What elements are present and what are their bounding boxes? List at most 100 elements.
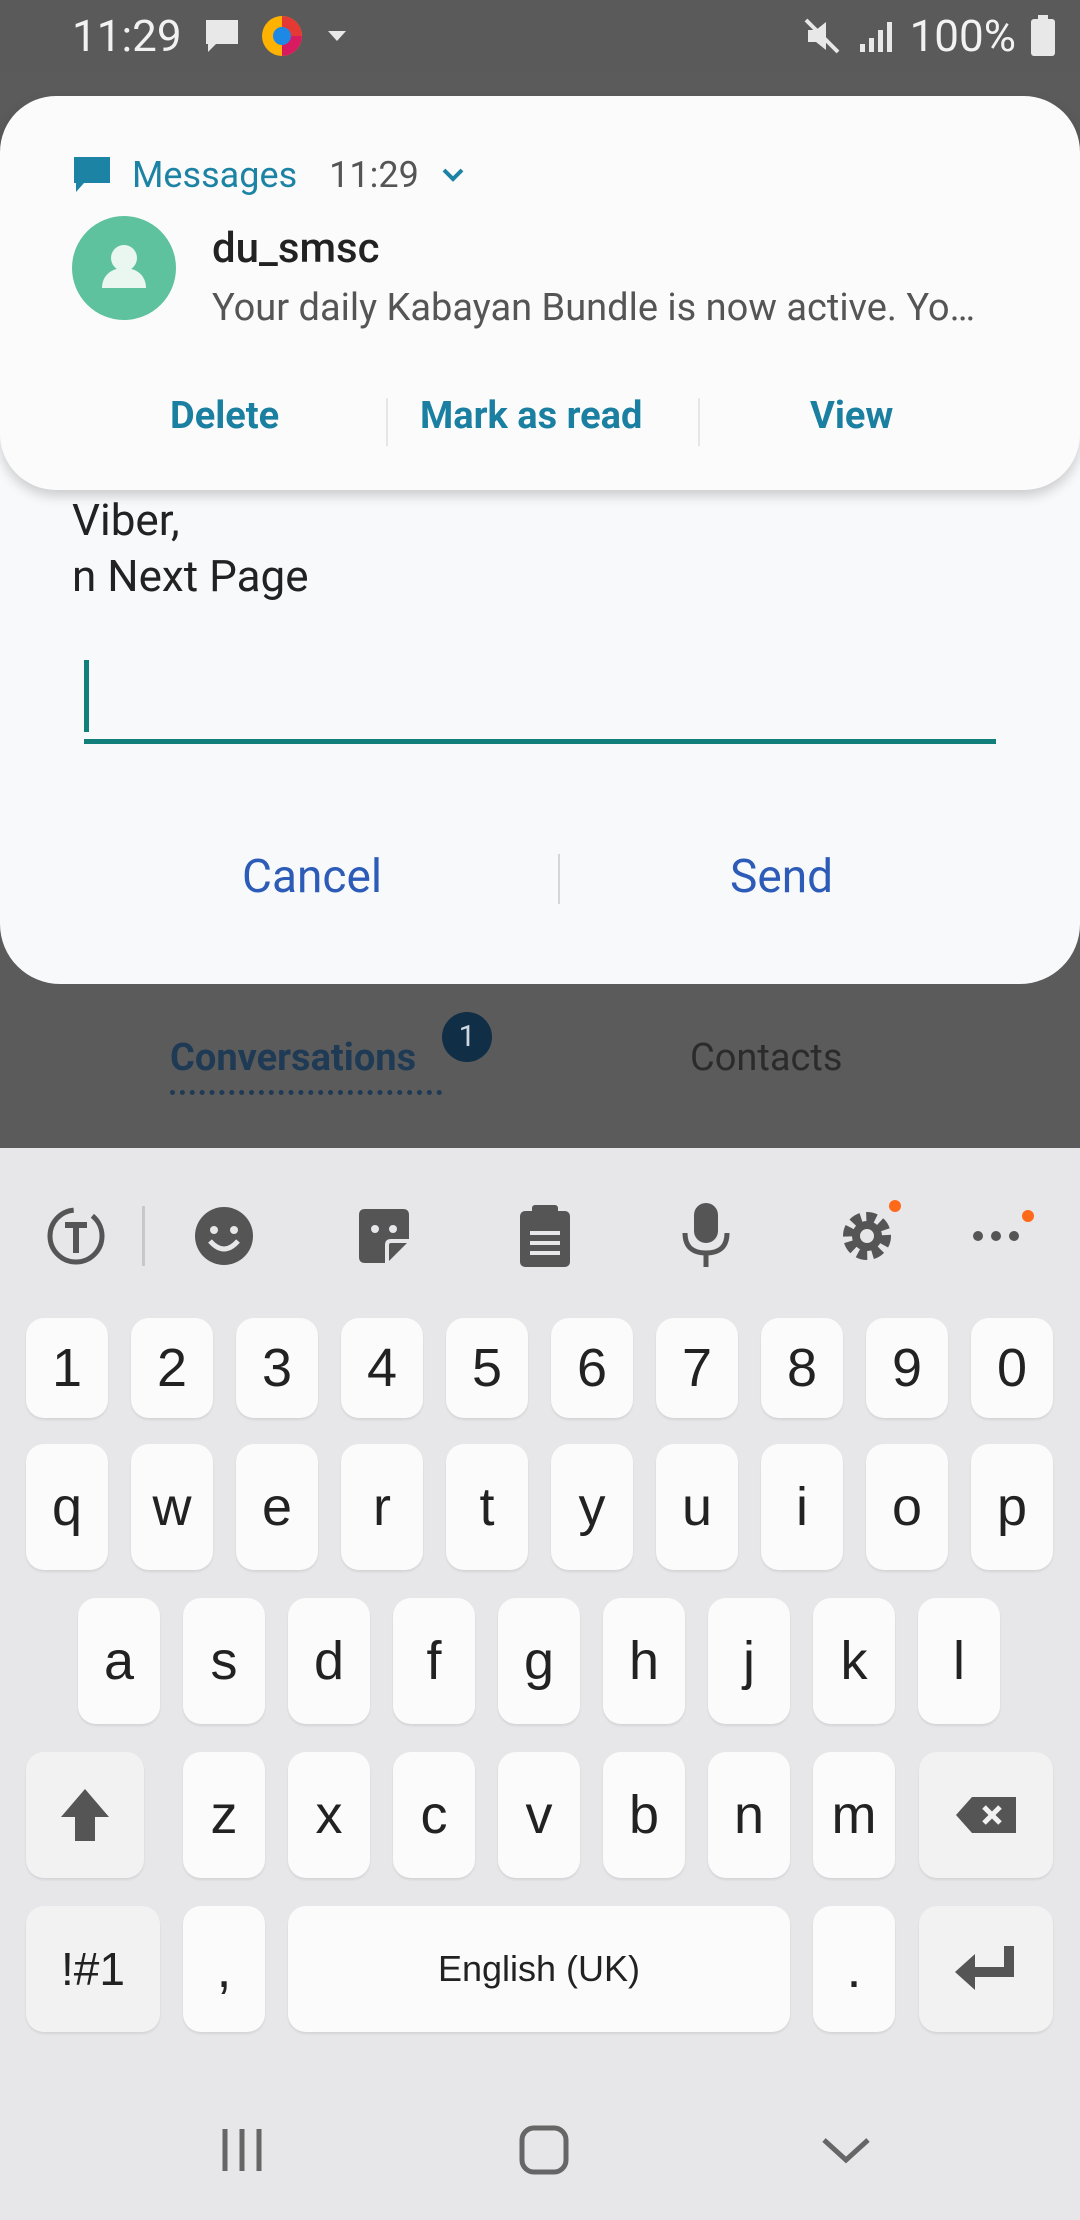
key-2[interactable]: 2 — [131, 1318, 213, 1418]
key-5[interactable]: 5 — [446, 1318, 528, 1418]
signal-icon — [859, 22, 892, 52]
key-h[interactable]: h — [603, 1598, 685, 1724]
dialog-message-line2: n Next Page — [72, 550, 309, 602]
key-q[interactable]: q — [26, 1444, 108, 1570]
more-options-icon[interactable] — [956, 1196, 1036, 1276]
chevron-down-icon[interactable] — [439, 161, 467, 189]
backspace-key[interactable] — [919, 1752, 1053, 1878]
messages-app-icon — [74, 157, 110, 192]
notification-sender: du_smsc — [212, 224, 380, 273]
key-w[interactable]: w — [131, 1444, 213, 1570]
key-y[interactable]: y — [551, 1444, 633, 1570]
key-i[interactable]: i — [761, 1444, 843, 1570]
keyboard: 1 2 3 4 5 6 7 8 9 0 q w e r t y u i o p … — [0, 1148, 1080, 2070]
more-notification-dot — [1022, 1210, 1034, 1222]
app-notification-icon — [262, 16, 302, 56]
key-e[interactable]: e — [236, 1444, 318, 1570]
enter-key[interactable] — [919, 1906, 1053, 2032]
navigation-bar — [0, 2070, 1080, 2220]
view-button[interactable]: View — [810, 394, 893, 438]
mark-as-read-button[interactable]: Mark as read — [420, 394, 642, 438]
key-r[interactable]: r — [341, 1444, 423, 1570]
status-bar: 11:29 100% — [0, 0, 1080, 72]
key-c[interactable]: c — [393, 1752, 475, 1878]
settings-notification-dot — [889, 1200, 901, 1212]
key-z[interactable]: z — [183, 1752, 265, 1878]
key-n[interactable]: n — [708, 1752, 790, 1878]
action-divider — [698, 398, 700, 446]
send-button[interactable]: Send — [730, 850, 833, 904]
unread-badge: 1 — [442, 1012, 492, 1062]
input-dialog: Viber, n Next Page Cancel Send — [0, 420, 1080, 984]
space-key[interactable]: English (UK) — [288, 1906, 790, 2032]
dialog-actions: Cancel Send — [0, 828, 1080, 928]
key-o[interactable]: o — [866, 1444, 948, 1570]
keyboard-toolbar — [0, 1148, 1080, 1322]
key-a[interactable]: a — [78, 1598, 160, 1724]
key-s[interactable]: s — [183, 1598, 265, 1724]
translate-icon[interactable] — [36, 1196, 116, 1276]
microphone-icon[interactable] — [666, 1196, 746, 1276]
action-divider — [386, 398, 388, 446]
key-u[interactable]: u — [656, 1444, 738, 1570]
heads-up-notification[interactable]: Messages 11:29 du_smsc Your daily Kabaya… — [0, 96, 1080, 490]
comma-key[interactable]: , — [183, 1906, 265, 2032]
toolbar-divider — [142, 1206, 145, 1266]
key-4[interactable]: 4 — [341, 1318, 423, 1418]
shift-key[interactable] — [26, 1752, 144, 1878]
key-l[interactable]: l — [918, 1598, 1000, 1724]
home-button[interactable] — [504, 2110, 584, 2190]
key-8[interactable]: 8 — [761, 1318, 843, 1418]
key-j[interactable]: j — [708, 1598, 790, 1724]
dialog-text-input[interactable] — [84, 640, 996, 744]
key-k[interactable]: k — [813, 1598, 895, 1724]
recent-apps-icon — [222, 2129, 262, 2171]
key-t[interactable]: t — [446, 1444, 528, 1570]
sticker-icon[interactable] — [344, 1196, 424, 1276]
notification-actions: Delete Mark as read View — [0, 386, 1080, 450]
symbols-key[interactable]: !#1 — [26, 1906, 160, 2032]
notification-time: 11:29 — [329, 154, 419, 196]
dialog-message: Viber, n Next Page — [72, 492, 309, 604]
key-m[interactable]: m — [813, 1752, 895, 1878]
clipboard-icon[interactable] — [505, 1196, 585, 1276]
shift-icon — [61, 1789, 109, 1841]
key-3[interactable]: 3 — [236, 1318, 318, 1418]
key-p[interactable]: p — [971, 1444, 1053, 1570]
recent-apps-button[interactable] — [202, 2110, 282, 2190]
expand-notifications-icon — [328, 31, 346, 41]
key-x[interactable]: x — [288, 1752, 370, 1878]
hide-keyboard-button[interactable] — [806, 2110, 886, 2190]
person-icon — [102, 245, 146, 288]
settings-gear-icon[interactable] — [827, 1196, 907, 1276]
key-1[interactable]: 1 — [26, 1318, 108, 1418]
key-7[interactable]: 7 — [656, 1318, 738, 1418]
key-9[interactable]: 9 — [866, 1318, 948, 1418]
chevron-down-icon — [822, 2138, 870, 2164]
key-v[interactable]: v — [498, 1752, 580, 1878]
dialog-message-line1: Viber, — [72, 494, 180, 546]
status-time: 11:29 — [72, 10, 182, 62]
delete-button[interactable]: Delete — [170, 394, 279, 438]
enter-icon — [955, 1946, 1014, 1990]
cancel-button[interactable]: Cancel — [242, 850, 382, 904]
avatar — [72, 216, 176, 320]
key-d[interactable]: d — [288, 1598, 370, 1724]
emoji-icon[interactable] — [184, 1196, 264, 1276]
message-notification-icon — [206, 20, 238, 52]
mute-icon — [804, 18, 839, 54]
key-0[interactable]: 0 — [971, 1318, 1053, 1418]
tab-bar: Conversations 1 Contacts — [0, 1000, 1080, 1148]
key-g[interactable]: g — [498, 1598, 580, 1724]
battery-percentage: 100% — [909, 10, 1016, 62]
tab-active-indicator — [170, 1090, 442, 1095]
notification-header: Messages 11:29 — [72, 154, 467, 196]
key-6[interactable]: 6 — [551, 1318, 633, 1418]
period-key[interactable]: . — [813, 1906, 895, 2032]
tab-conversations[interactable]: Conversations — [170, 1036, 416, 1080]
key-b[interactable]: b — [603, 1752, 685, 1878]
text-cursor — [84, 660, 89, 732]
tab-contacts[interactable]: Contacts — [690, 1036, 842, 1080]
key-f[interactable]: f — [393, 1598, 475, 1724]
home-icon — [519, 2125, 569, 2175]
